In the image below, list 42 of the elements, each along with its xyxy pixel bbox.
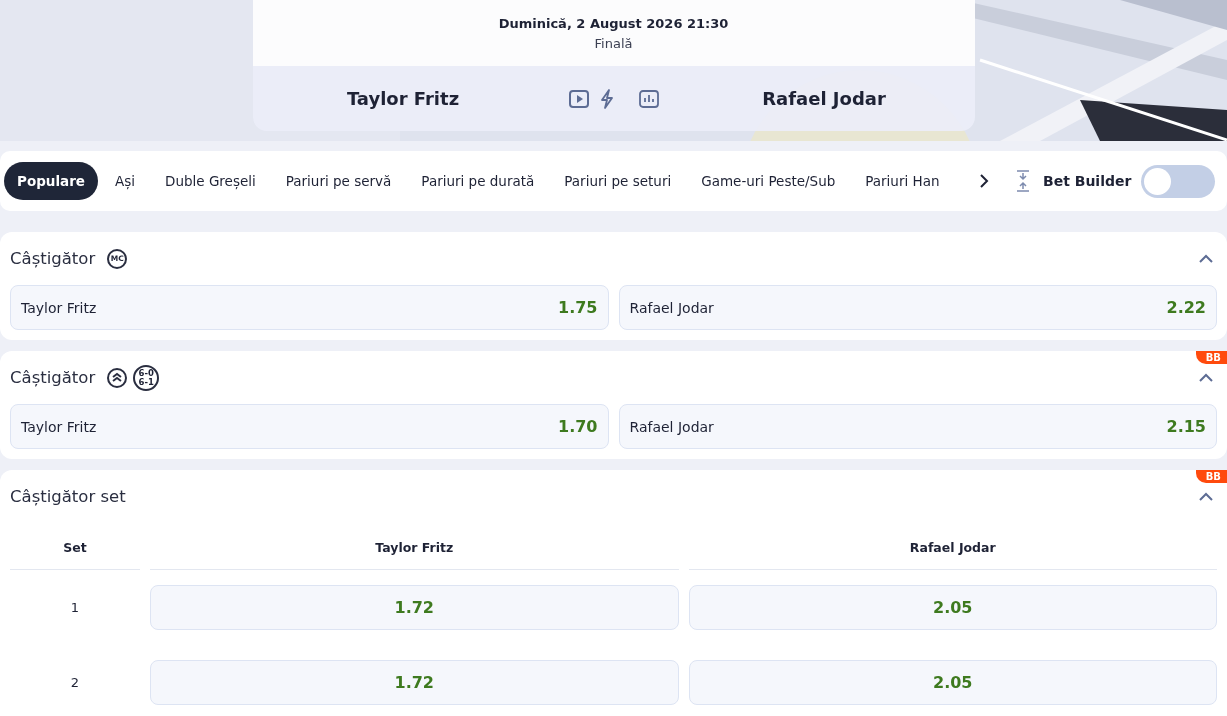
chevron-up-icon[interactable]: [1199, 373, 1213, 382]
market-tab[interactable]: Ași: [102, 162, 149, 200]
market-tab[interactable]: Pariuri pe servă: [272, 162, 405, 200]
odds-button[interactable]: 1.72: [150, 660, 679, 705]
column-header: Set: [10, 523, 140, 570]
lightning-icon[interactable]: [598, 88, 615, 109]
market-tab[interactable]: Pariuri pe seturi: [551, 162, 685, 200]
market-title: Câștigător: [10, 249, 96, 268]
bet-builder-badge: BB: [1195, 470, 1227, 483]
odds-button[interactable]: 1.72: [150, 585, 679, 630]
column-header: Taylor Fritz: [150, 523, 679, 570]
market-tab[interactable]: Pariuri pe durată: [408, 162, 548, 200]
double-chevron-icon: [107, 367, 128, 388]
odds-button[interactable]: Taylor Fritz 1.70: [10, 404, 609, 449]
market-title: Câștigător: [10, 368, 96, 387]
event-stage: Finală: [594, 35, 633, 51]
bet-builder-toggle[interactable]: [1141, 164, 1216, 198]
bet-builder-label: Bet Builder: [1043, 173, 1132, 189]
event-datetime: Duminică, 2 August 2026 21:30: [498, 15, 729, 31]
set-number: 1: [69, 600, 81, 615]
odds-button[interactable]: Rafael Jodar 2.15: [618, 404, 1217, 449]
market-tab[interactable]: Populare: [4, 162, 98, 200]
odds-button[interactable]: Rafael Jodar 2.22: [618, 285, 1217, 330]
video-icon[interactable]: [568, 89, 589, 108]
chevron-right-icon[interactable]: [979, 174, 989, 188]
chevron-up-icon[interactable]: [1199, 492, 1213, 501]
away-player: Rafael Jodar: [761, 88, 887, 109]
market-tab[interactable]: Pariuri Han: [852, 162, 953, 200]
stats-icon[interactable]: [638, 89, 659, 108]
market-tab[interactable]: Game-uri Peste/Sub: [688, 162, 849, 200]
set-number: 2: [69, 675, 81, 690]
market-badge: 6-0 6-1: [133, 364, 160, 391]
odds-button[interactable]: 2.05: [688, 585, 1217, 630]
chevron-up-icon[interactable]: [1199, 254, 1213, 263]
market-tab[interactable]: Duble Greșeli: [152, 162, 269, 200]
column-header: Rafael Jodar: [688, 523, 1217, 570]
odds-button[interactable]: 2.05: [688, 660, 1217, 705]
odds-button[interactable]: Taylor Fritz 1.75: [10, 285, 609, 330]
collapse-icon[interactable]: [1015, 170, 1031, 192]
home-player: Taylor Fritz: [345, 88, 461, 109]
bet-builder-badge: BB: [1195, 351, 1227, 364]
market-title: Câștigător set: [10, 487, 126, 506]
